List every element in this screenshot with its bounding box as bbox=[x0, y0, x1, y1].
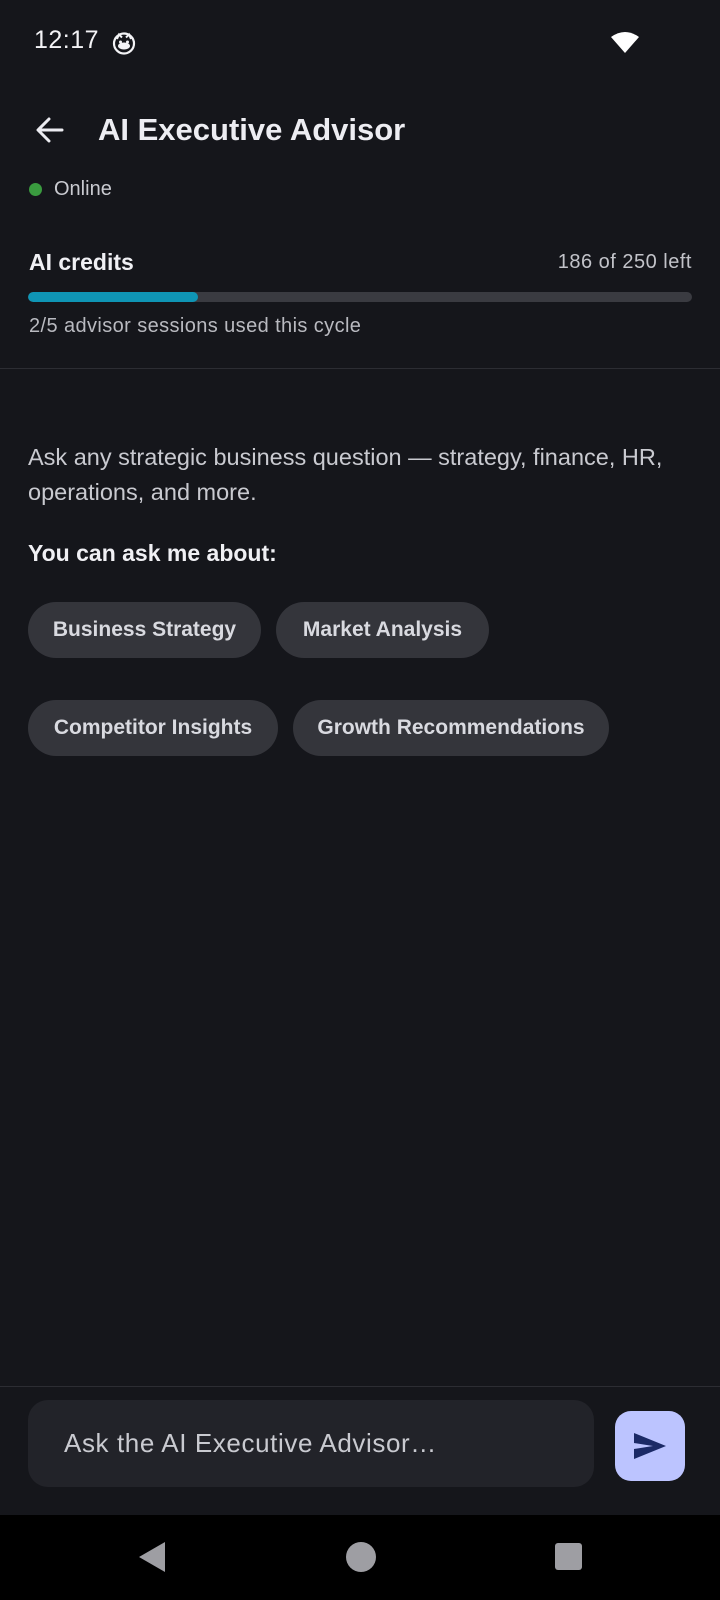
arrow-left-icon bbox=[36, 117, 64, 143]
system-nav-bar bbox=[0, 1515, 720, 1600]
credits-remaining: 186 of 250 left bbox=[557, 251, 692, 273]
topic-chip-market-analysis[interactable]: Market Analysis bbox=[276, 602, 489, 658]
wifi-icon bbox=[610, 30, 640, 54]
topic-chip-business-strategy[interactable]: Business Strategy bbox=[28, 602, 261, 658]
message-input[interactable] bbox=[28, 1400, 594, 1487]
topics-heading: You can ask me about: bbox=[28, 540, 277, 566]
header-divider bbox=[0, 368, 720, 369]
credits-progress-fill bbox=[28, 292, 198, 302]
page-title: AI Executive Advisor bbox=[98, 112, 406, 147]
square-recents-icon[interactable] bbox=[555, 1543, 582, 1570]
credits-progress-bar bbox=[28, 292, 692, 302]
send-icon bbox=[634, 1433, 666, 1459]
intro-description: Ask any strategic business question — st… bbox=[28, 444, 663, 505]
status-bar: 12:17 bbox=[0, 0, 720, 88]
status-time: 12:17 bbox=[34, 26, 100, 54]
online-status: Online bbox=[29, 178, 112, 201]
send-button[interactable] bbox=[615, 1411, 685, 1481]
credits-label: AI credits bbox=[29, 249, 134, 275]
composer-divider bbox=[0, 1386, 720, 1387]
online-indicator-icon bbox=[29, 183, 42, 196]
topic-chip-growth-recommendations[interactable]: Growth Recommendations bbox=[293, 700, 609, 756]
online-label: Online bbox=[54, 178, 112, 200]
topic-chip-competitor-insights[interactable]: Competitor Insights bbox=[28, 700, 278, 756]
back-button[interactable] bbox=[26, 104, 74, 156]
circle-home-icon[interactable] bbox=[346, 1542, 376, 1572]
triangle-back-icon[interactable] bbox=[137, 1540, 167, 1574]
app-screen: 12:17 AI Executive Advisor Online AI cre… bbox=[0, 0, 720, 1600]
sessions-used-text: 2/5 advisor sessions used this cycle bbox=[29, 315, 362, 337]
cat-face-icon bbox=[112, 31, 136, 55]
